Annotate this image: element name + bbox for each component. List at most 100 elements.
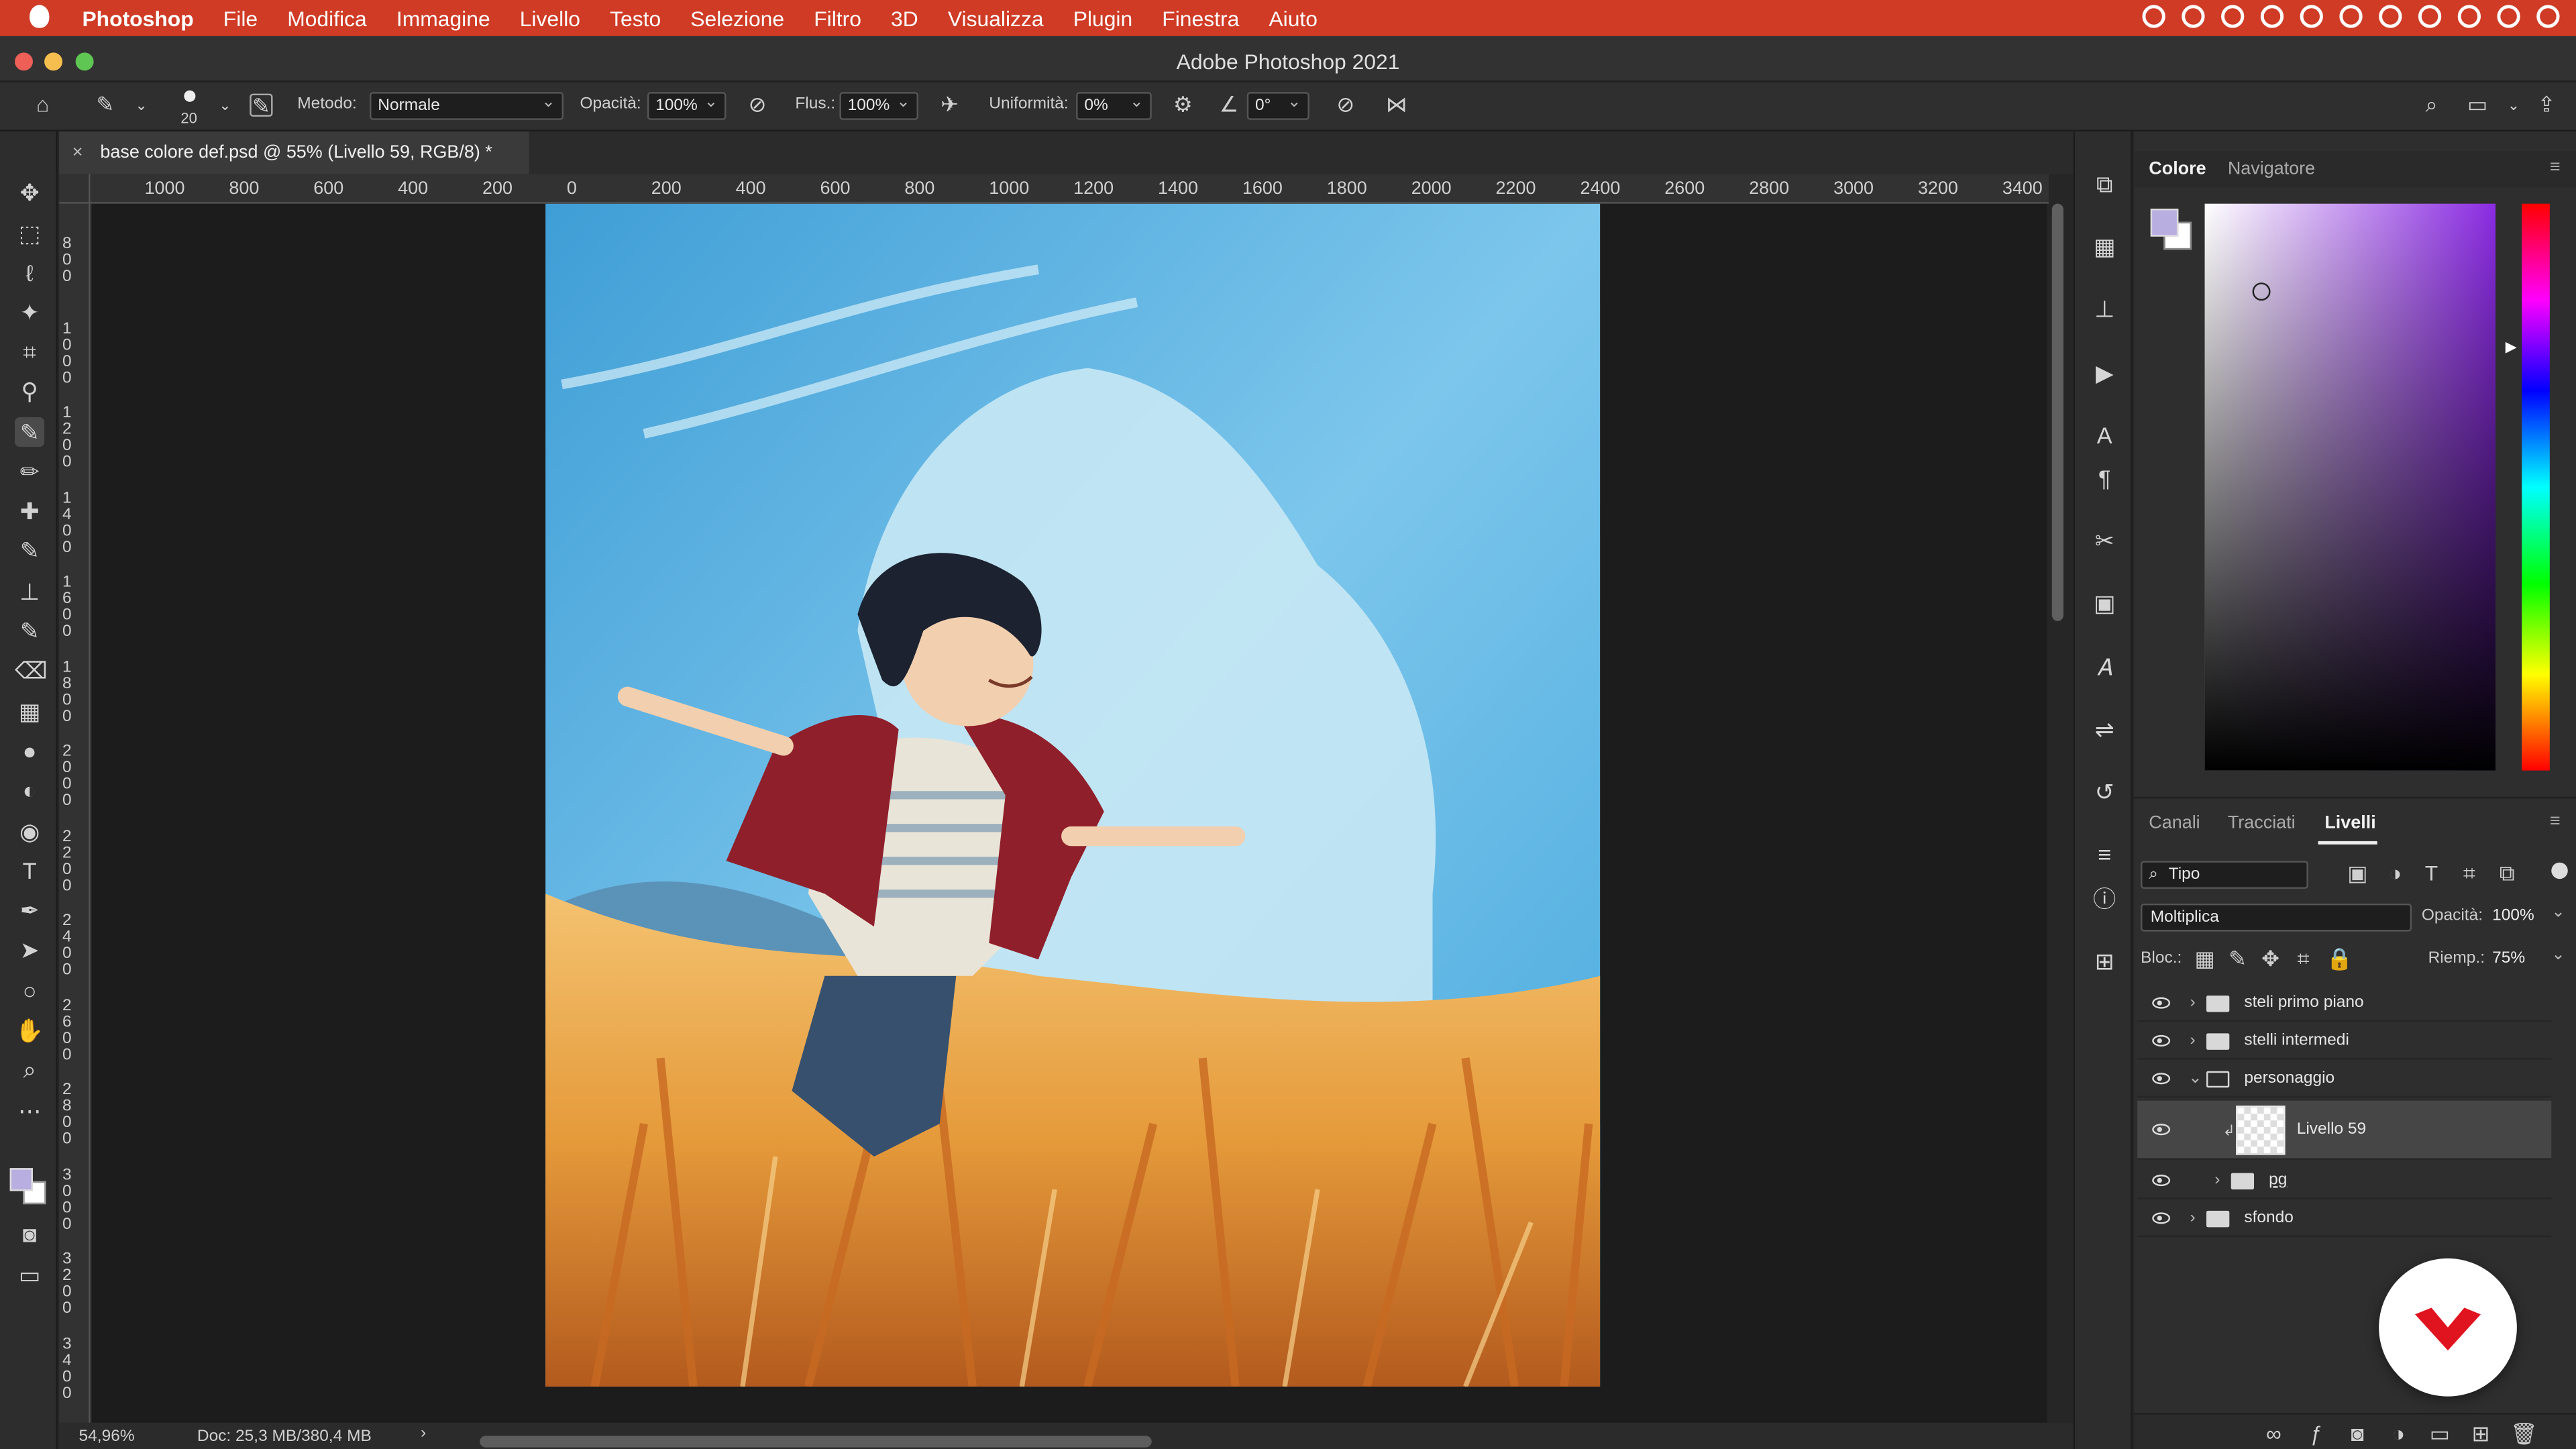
eraser-tool-icon[interactable]: ⌫	[15, 655, 47, 685]
gear-icon[interactable]: ⚙	[1171, 93, 1194, 117]
lock-position-icon[interactable]: ✥	[2259, 947, 2282, 971]
type-tool-icon[interactable]: T	[15, 856, 44, 885]
layer-row[interactable]: › stelli intermedi	[2137, 1022, 2552, 1060]
eyedropper-icon[interactable]: ⚲	[15, 376, 44, 406]
lock-all-icon[interactable]: 🔒	[2326, 947, 2353, 971]
menu-type[interactable]: Testo	[610, 6, 661, 31]
eye-icon[interactable]	[2152, 1212, 2171, 1224]
search-icon[interactable]: ⌕	[2420, 93, 2443, 117]
menu-select[interactable]: Selezione	[690, 6, 784, 31]
horizontal-ruler[interactable]: 1000 800 600 400 200 0 200 400 600 800 1000 1200 140…	[90, 174, 2049, 204]
book-icon[interactable]: ▣	[2092, 590, 2118, 616]
link-layers-icon[interactable]: ∞	[2262, 1422, 2285, 1446]
clone-source-icon[interactable]: ⊥	[2092, 296, 2118, 322]
layer-row[interactable]: › pg	[2137, 1161, 2552, 1199]
vertical-ruler[interactable]: 800 1000 1200 1400 1600 1800 2000 2200 2400 2600 2…	[59, 203, 91, 1423]
pen-tool-icon[interactable]: ✒	[15, 896, 44, 925]
chevron-right-icon[interactable]: ›	[2190, 1199, 2196, 1237]
lock-transparency-icon[interactable]: ▦	[2193, 947, 2216, 971]
menu-plugin[interactable]: Plugin	[1073, 6, 1133, 31]
pressure-opacity-icon[interactable]: ⊘	[746, 93, 769, 117]
menu-filter[interactable]: Filtro	[814, 6, 861, 31]
chevron-right-icon[interactable]: ›	[2190, 1022, 2196, 1059]
more-tools-icon[interactable]: ⋯	[15, 1095, 44, 1125]
artwork-canvas[interactable]	[545, 203, 1601, 1387]
close-tab-icon[interactable]: ×	[72, 131, 83, 174]
filter-type-icon[interactable]: T	[2420, 862, 2443, 885]
symmetry-icon[interactable]: ⋈	[1385, 93, 1408, 117]
workspace-icon[interactable]: ▭	[2466, 93, 2489, 117]
control-center-icon[interactable]	[2457, 5, 2481, 28]
menu-help[interactable]: Aiuto	[1269, 6, 1318, 31]
eye-icon[interactable]	[2152, 1073, 2171, 1085]
zoom-window-button[interactable]	[75, 52, 94, 71]
tab-navigator[interactable]: Navigatore	[2228, 160, 2315, 179]
layer-row[interactable]: ⌄ personaggio	[2137, 1060, 2552, 1097]
brush-tool-icon[interactable]: ✎	[15, 417, 45, 447]
apple-icon[interactable]	[30, 5, 50, 28]
siri-icon[interactable]	[2497, 5, 2520, 28]
properties-icon[interactable]: ≡	[2092, 841, 2118, 867]
method-select[interactable]: Normale	[370, 91, 564, 120]
panel-menu-icon[interactable]: ≡	[2550, 158, 2561, 177]
chevron-down-icon[interactable]: ⌄	[129, 94, 152, 117]
info-icon[interactable]: ⓘ	[2092, 885, 2118, 912]
status-icon[interactable]	[2182, 5, 2205, 28]
pencil-tool-icon[interactable]: ✏	[15, 457, 44, 486]
home-icon[interactable]: ⌂	[32, 93, 54, 117]
menu-file[interactable]: File	[223, 6, 258, 31]
move-tool-icon[interactable]: ✥	[15, 177, 44, 207]
marquee-tool-icon[interactable]: ⬚	[15, 219, 44, 248]
tools-icon[interactable]: ✂	[2092, 527, 2118, 553]
chevron-right-icon[interactable]: ›	[2214, 1161, 2220, 1199]
foreground-color-swatch[interactable]	[9, 1168, 33, 1191]
panel-menu-icon[interactable]: ≡	[2550, 812, 2561, 831]
layer-row-selected[interactable]: ↲ Livello 59	[2137, 1100, 2552, 1160]
chevron-down-icon[interactable]: ⌄	[2502, 94, 2525, 117]
eye-icon[interactable]	[2152, 997, 2171, 1009]
color-field[interactable]	[2204, 203, 2496, 771]
filter-smart-icon[interactable]: ⧉	[2496, 862, 2518, 885]
menu-window[interactable]: Finestra	[1162, 6, 1239, 31]
add-mask-icon[interactable]: ◙	[2346, 1422, 2369, 1446]
wifi-icon[interactable]	[2379, 5, 2402, 28]
mixer-brush-icon[interactable]: ✎	[15, 535, 44, 565]
ruler-origin[interactable]	[59, 174, 91, 204]
foreground-color-swatch[interactable]	[2150, 209, 2179, 237]
screen-mode-icon[interactable]: ▭	[15, 1260, 44, 1289]
chevron-down-icon[interactable]: ⌄	[2551, 947, 2565, 965]
chevron-down-icon[interactable]: ⌄	[213, 94, 236, 117]
lasso-tool-icon[interactable]: ℓ	[15, 258, 44, 287]
blend-mode-select[interactable]: Moltiplica	[2141, 903, 2412, 932]
tab-color[interactable]: Colore	[2149, 160, 2206, 179]
chevron-right-icon[interactable]: ›	[421, 1424, 426, 1442]
gradient-tool-icon[interactable]: ▦	[15, 696, 44, 726]
chevron-down-icon[interactable]: ⌄	[2188, 1060, 2202, 1097]
character-icon[interactable]: A	[2092, 422, 2118, 448]
vertical-scroll-thumb[interactable]	[2051, 203, 2063, 621]
hand-tool-icon[interactable]: ✋	[15, 1015, 44, 1044]
user-icon[interactable]	[2260, 5, 2284, 28]
eye-icon[interactable]	[2152, 1175, 2171, 1187]
opacity-field[interactable]: 100%	[647, 91, 727, 120]
layer-opacity-field[interactable]: 100%	[2492, 907, 2534, 925]
filter-toggle[interactable]	[2551, 862, 2568, 879]
doc-info[interactable]: Doc: 25,3 MB/380,4 MB	[197, 1428, 372, 1446]
blur-tool-icon[interactable]: ●	[15, 736, 44, 765]
hue-slider-handle[interactable]: ▶	[2506, 338, 2517, 356]
filter-shape-icon[interactable]: ⌗	[2458, 862, 2481, 885]
zoom-level[interactable]: 54,96%	[79, 1428, 135, 1446]
timeline-icon[interactable]: ⊞	[2092, 948, 2118, 974]
brush-tool-icon[interactable]: ✎	[94, 93, 117, 117]
quick-mask-icon[interactable]: ◙	[15, 1219, 44, 1248]
new-group-icon[interactable]: ▭	[2428, 1422, 2451, 1446]
angle-field[interactable]: 0°	[1246, 91, 1309, 120]
airbrush-icon[interactable]: ✈	[938, 93, 961, 117]
hue-slider[interactable]	[2522, 203, 2550, 771]
filter-image-icon[interactable]: ▣	[2346, 862, 2369, 885]
path-selection-icon[interactable]: ➤	[15, 934, 44, 964]
ellipse-tool-icon[interactable]: ○	[15, 976, 44, 1006]
healing-brush-icon[interactable]: ✚	[15, 496, 44, 526]
color-picker-handle[interactable]	[2252, 282, 2271, 301]
horizontal-scroll-thumb[interactable]	[480, 1436, 1152, 1448]
